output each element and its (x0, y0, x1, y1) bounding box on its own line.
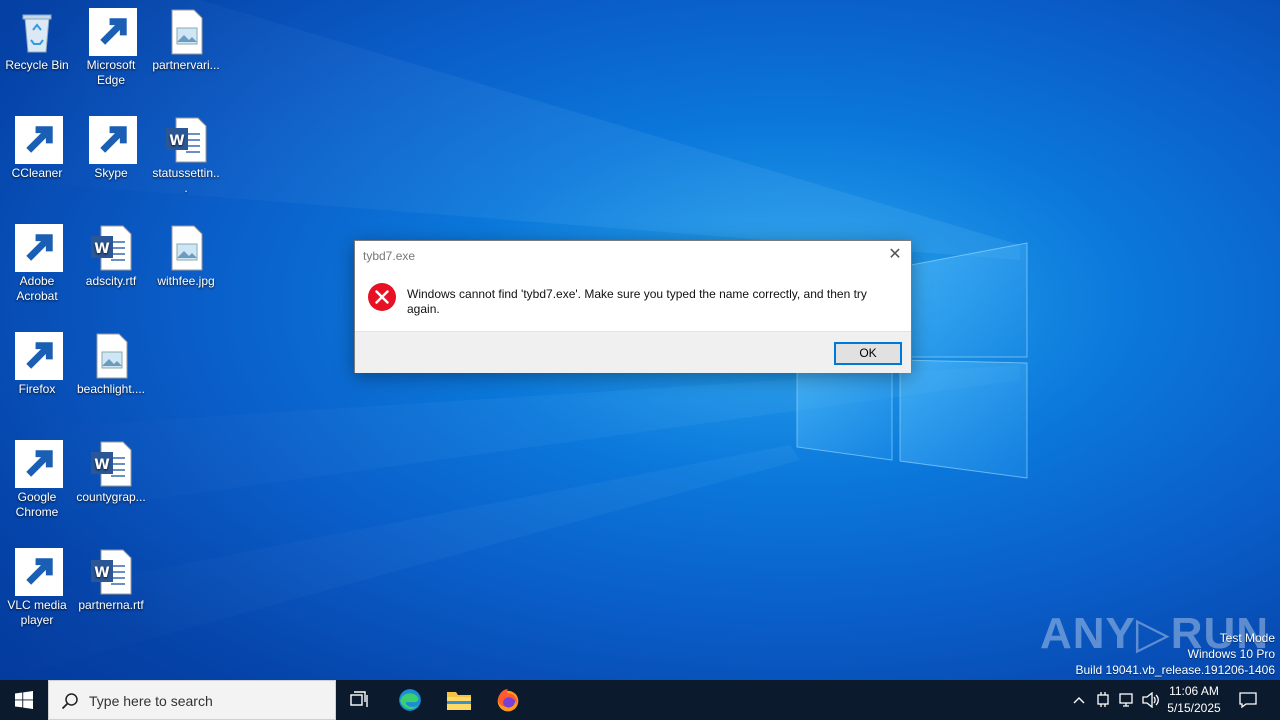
desktop-icon-vlc[interactable]: VLC media player (0, 548, 74, 628)
desktop-icon-label: VLC media player (7, 598, 67, 627)
desktop-icon-label: countygrap... (76, 490, 146, 504)
desktop-icon-label: withfee.jpg (157, 274, 215, 288)
taskbar-clock[interactable]: 11:06 AM 5/15/2025 (1158, 683, 1230, 717)
dialog-message: Windows cannot find 'tybd7.exe'. Make su… (407, 287, 867, 316)
taskbar-firefox-button[interactable] (484, 680, 532, 720)
desktop-icon-label: Google Chrome (15, 490, 59, 519)
desktop-icon-label: partnervari... (152, 58, 220, 72)
word-document-icon: W (162, 116, 210, 164)
desktop-icon-firefox[interactable]: Firefox (0, 332, 74, 397)
shortcut-arrow-icon (15, 548, 63, 596)
desktop-icon-microsoft-edge[interactable]: Microsoft Edge (74, 8, 148, 88)
build-text: Build 19041.vb_release.191206-1406 (1075, 663, 1276, 677)
chrome-icon (13, 440, 63, 488)
desktop-icon-beachlight[interactable]: beachlight.... (74, 332, 148, 397)
word-document-icon: W (87, 224, 135, 272)
desktop-icon-google-chrome[interactable]: Google Chrome (0, 440, 74, 520)
search-icon (61, 693, 78, 710)
desktop-icon-label: Firefox (18, 382, 56, 396)
firefox-icon (13, 332, 63, 380)
taskbar-edge-button[interactable] (386, 680, 434, 720)
shortcut-arrow-icon (15, 116, 63, 164)
notification-icon (1239, 692, 1257, 708)
network-icon (1119, 693, 1133, 707)
desktop-icon-skype[interactable]: S Skype (74, 116, 148, 181)
svg-text:W: W (169, 133, 184, 149)
edge-icon (399, 689, 421, 711)
desktop-icon-adobe-acrobat[interactable]: Adobe Acrobat (0, 224, 74, 304)
windows-test-mode-watermark: Test Mode Windows 10 Pro Build 19041.vb_… (1076, 630, 1276, 678)
desktop-icon-recycle-bin[interactable]: Recycle Bin (0, 8, 74, 73)
folder-icon (447, 692, 471, 710)
taskbar: Type here to search 11:06 AM 5/15/2025 (0, 680, 1280, 720)
taskbar-search-box[interactable]: Type here to search (48, 680, 336, 720)
desktop-icon-statussettin[interactable]: W statussettin... (149, 116, 223, 196)
dialog-body: Windows cannot find 'tybd7.exe'. Make su… (355, 269, 911, 331)
taskbar-file-explorer-button[interactable] (435, 680, 483, 720)
svg-text:W: W (94, 241, 109, 257)
tray-device-button[interactable] (1092, 680, 1114, 720)
shortcut-arrow-icon (15, 332, 63, 380)
desktop-icon-adscity[interactable]: W adscity.rtf (74, 224, 148, 289)
dialog-title: tybd7.exe (363, 249, 416, 263)
error-dialog: tybd7.exe ✕ Windows cannot find 'tybd7.e… (354, 240, 912, 373)
image-file-icon (87, 332, 135, 380)
desktop-icon-label: CCleaner (11, 166, 63, 180)
action-center-button[interactable] (1234, 680, 1262, 720)
clock-time: 11:06 AM (1169, 684, 1219, 698)
skype-icon: S (87, 116, 137, 164)
svg-text:W: W (94, 457, 109, 473)
shortcut-arrow-icon (15, 224, 63, 272)
word-document-icon: W (87, 440, 135, 488)
task-view-button[interactable] (336, 680, 384, 720)
ccleaner-icon (13, 116, 63, 164)
desktop-icon-label: beachlight.... (76, 382, 146, 396)
usb-device-icon (1097, 692, 1109, 707)
word-document-icon: W (87, 548, 135, 596)
start-button[interactable] (0, 680, 48, 720)
desktop-icon-partnerna[interactable]: W partnerna.rtf (74, 548, 148, 613)
error-icon (368, 283, 396, 311)
desktop-icon-withfee[interactable]: withfee.jpg (149, 224, 223, 289)
shortcut-arrow-icon (89, 116, 137, 164)
shortcut-arrow-icon (15, 440, 63, 488)
clock-date: 5/15/2025 (1167, 701, 1221, 715)
ok-button[interactable]: OK (834, 342, 902, 365)
desktop-icon-label: partnerna.rtf (78, 598, 144, 612)
dialog-close-button[interactable]: ✕ (885, 246, 905, 264)
desktop-icon-label: adscity.rtf (85, 274, 137, 288)
desktop-icon-label: Skype (94, 166, 128, 180)
svg-text:W: W (94, 565, 109, 581)
desktop-icon-label: statussettin... (152, 166, 220, 195)
tray-network-button[interactable] (1116, 680, 1138, 720)
adobe-acrobat-icon (13, 224, 63, 272)
desktop-icon-ccleaner[interactable]: CCleaner (0, 116, 74, 181)
desktop-icon-partnervari[interactable]: partnervari... (149, 8, 223, 73)
recycle-bin-icon (13, 8, 61, 56)
desktop-icon-label: Adobe Acrobat (16, 274, 58, 303)
windows-edition-text: Windows 10 Pro (1187, 647, 1275, 661)
image-file-icon (162, 224, 210, 272)
windows-logo-icon (15, 691, 33, 709)
dialog-footer: OK (355, 331, 911, 373)
chevron-up-icon (1073, 697, 1085, 704)
edge-icon (87, 8, 137, 56)
desktop-icon-label: Microsoft Edge (86, 58, 136, 87)
show-hidden-icons-button[interactable] (1068, 680, 1090, 720)
test-mode-text: Test Mode (1219, 631, 1275, 645)
vlc-cone-icon (13, 548, 63, 596)
firefox-icon (497, 689, 519, 712)
task-view-icon (350, 691, 368, 707)
desktop-icon-label: Recycle Bin (5, 58, 69, 72)
desktop-icon-countygrap[interactable]: W countygrap... (74, 440, 148, 505)
shortcut-arrow-icon (89, 8, 137, 56)
search-placeholder: Type here to search (89, 693, 213, 709)
image-file-icon (162, 8, 210, 56)
